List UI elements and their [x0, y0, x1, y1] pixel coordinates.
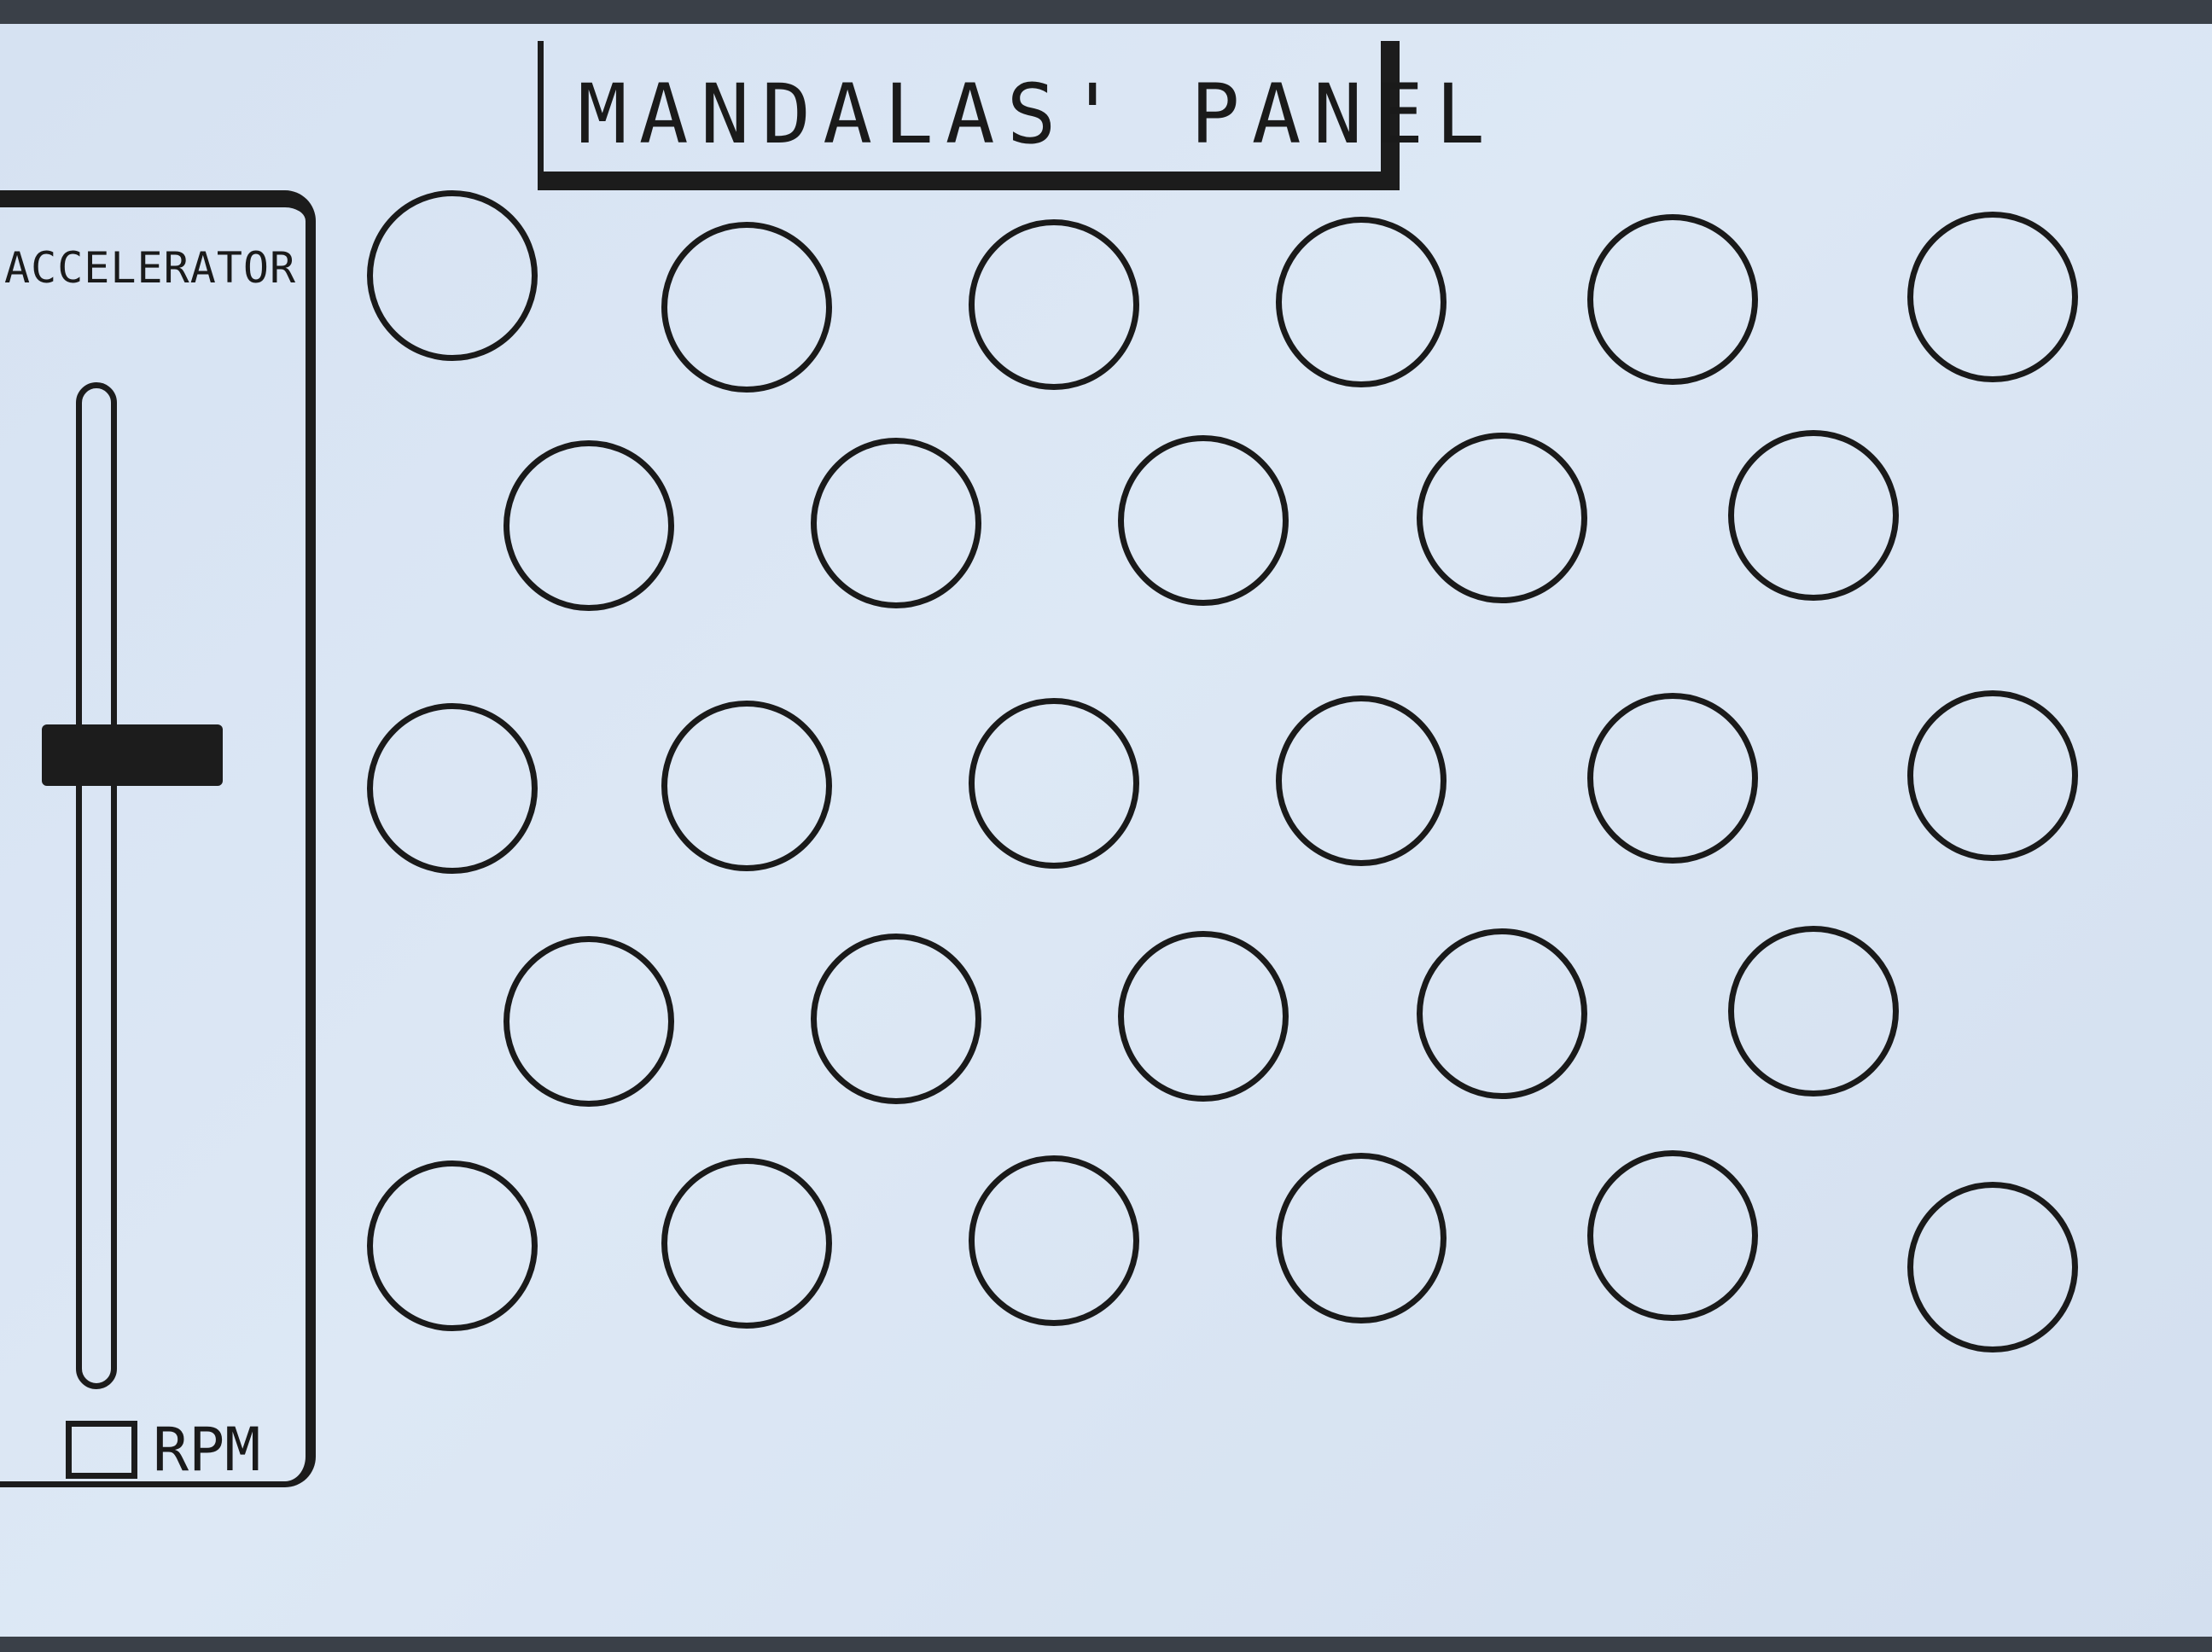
rpm-label: RPM [153, 1415, 261, 1485]
mandala-button[interactable] [1118, 435, 1289, 606]
mandala-button[interactable] [1276, 695, 1447, 866]
mandala-button[interactable] [1728, 926, 1899, 1096]
mandala-button[interactable] [1276, 217, 1447, 387]
mandala-button[interactable] [1587, 693, 1758, 864]
mandala-button[interactable] [1417, 433, 1587, 603]
mandala-button[interactable] [661, 222, 832, 393]
accelerator-slider-track[interactable] [76, 382, 117, 1389]
mandala-button[interactable] [1417, 928, 1587, 1099]
mandala-button[interactable] [661, 701, 832, 871]
accelerator-title: ACCELERATOR [4, 243, 297, 293]
accelerator-slider-handle[interactable] [42, 724, 223, 786]
mandala-button[interactable] [969, 219, 1139, 390]
mandala-button[interactable] [1276, 1153, 1447, 1323]
mandala-button[interactable] [969, 698, 1139, 869]
mandala-button[interactable] [1907, 690, 2078, 861]
mandala-button[interactable] [504, 936, 674, 1107]
rpm-checkbox[interactable] [66, 1421, 137, 1479]
mandala-button[interactable] [504, 440, 674, 611]
mandala-button[interactable] [1118, 931, 1289, 1102]
mandala-button[interactable] [1907, 212, 2078, 382]
mandala-button[interactable] [811, 438, 981, 608]
mandala-button[interactable] [1587, 1150, 1758, 1321]
mandala-button[interactable] [367, 190, 538, 361]
mandala-button[interactable] [367, 1160, 538, 1331]
mandala-button[interactable] [1728, 430, 1899, 601]
page-title: MANDALAS' PANEL [578, 67, 1497, 162]
mandala-button[interactable] [811, 934, 981, 1104]
paper-canvas: MANDALAS' PANEL ACCELERATOR RPM [0, 24, 2212, 1637]
mandala-button[interactable] [1587, 214, 1758, 385]
mandala-button[interactable] [1907, 1182, 2078, 1352]
mandala-button[interactable] [367, 703, 538, 874]
rpm-control: RPM [66, 1415, 260, 1485]
mandala-button[interactable] [661, 1158, 832, 1329]
mandala-button[interactable] [969, 1155, 1139, 1326]
title-panel: MANDALAS' PANEL [538, 41, 1485, 190]
accelerator-panel: ACCELERATOR RPM [0, 190, 316, 1487]
